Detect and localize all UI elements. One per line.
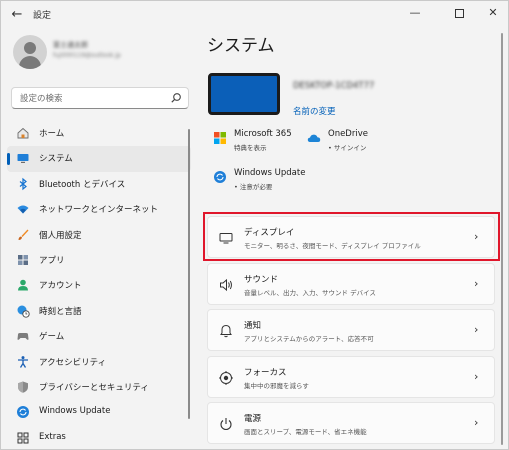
rename-link[interactable]: 名前の変更 bbox=[293, 105, 336, 117]
accessibility-icon bbox=[18, 355, 28, 368]
sidebar-item-label: アクセシビリティ bbox=[39, 357, 107, 368]
card-focus[interactable]: フォーカス 集中中の邪魔を減らす › bbox=[207, 356, 495, 398]
update-icon bbox=[17, 406, 29, 419]
microsoft365-icon bbox=[214, 132, 226, 144]
card-title: 電源 bbox=[244, 414, 262, 424]
sidebar-item-label: ホーム bbox=[39, 129, 65, 139]
title-bar: ← 設定 — ✕ bbox=[1, 1, 508, 29]
sidebar-item-label: 個人用設定 bbox=[39, 230, 82, 241]
sidebar-item-label: Bluetooth とデバイス bbox=[39, 179, 126, 190]
sidebar-item-bluetooth[interactable]: Bluetooth とデバイス bbox=[7, 172, 191, 197]
tile-subtitle: • サインイン bbox=[328, 144, 367, 152]
sidebar-item-label: Windows Update bbox=[39, 406, 111, 417]
sidebar-item-gaming[interactable]: ゲーム bbox=[7, 324, 191, 349]
page-title: システム bbox=[207, 36, 275, 56]
sidebar-item-windows-update[interactable]: Windows Update bbox=[7, 400, 191, 425]
power-icon bbox=[220, 418, 232, 431]
microsoft365-tile[interactable]: Microsoft 365 特典を表示 bbox=[213, 129, 303, 153]
windows-update-icon bbox=[214, 171, 226, 183]
sidebar-item-personalization[interactable]: 個人用設定 bbox=[7, 223, 191, 248]
bell-icon bbox=[220, 324, 232, 338]
sidebar-item-label: プライバシーとセキュリティ bbox=[39, 382, 149, 393]
sidebar-item-label: Extras bbox=[39, 431, 66, 442]
close-button[interactable]: ✕ bbox=[480, 3, 506, 23]
card-description: 集中中の邪魔を減らす bbox=[244, 382, 309, 390]
globe-clock-icon bbox=[17, 305, 30, 318]
minimize-button[interactable]: — bbox=[402, 3, 428, 23]
active-indicator bbox=[7, 153, 10, 166]
card-description: 音量レベル、出力、入力、サウンド デバイス bbox=[244, 289, 376, 297]
sidebar-scrollbar[interactable] bbox=[188, 129, 190, 419]
tile-title: Windows Update bbox=[234, 168, 306, 178]
user-email: fuji000119@outlook.jp bbox=[53, 52, 121, 59]
card-sound[interactable]: サウンド 音量レベル、出力、入力、サウンド デバイス › bbox=[207, 263, 495, 305]
back-arrow-icon[interactable]: ← bbox=[7, 5, 27, 25]
sidebar-item-accessibility[interactable]: アクセシビリティ bbox=[7, 350, 191, 375]
device-name: DESKTOP-1CD4T77 bbox=[293, 81, 375, 91]
brush-icon bbox=[18, 229, 29, 240]
windows-update-tile[interactable]: Windows Update • 注意が必要 bbox=[213, 168, 313, 192]
sidebar-item-home[interactable]: ホーム bbox=[7, 121, 191, 146]
sidebar-item-network[interactable]: ネットワークとインターネット bbox=[7, 197, 191, 222]
extras-icon bbox=[17, 432, 29, 444]
device-monitor-image bbox=[208, 73, 280, 115]
sidebar-item-label: アプリ bbox=[39, 255, 65, 266]
apps-icon bbox=[18, 254, 28, 265]
card-title: サウンド bbox=[244, 275, 279, 285]
shield-icon bbox=[18, 381, 28, 393]
account-icon bbox=[18, 280, 28, 291]
chevron-right-icon: › bbox=[474, 370, 479, 383]
sidebar-item-apps[interactable]: アプリ bbox=[7, 248, 191, 273]
sidebar-item-label: システム bbox=[39, 154, 73, 165]
card-description: 画面とスリープ、電源モード、省エネ機能 bbox=[244, 428, 367, 436]
avatar[interactable] bbox=[13, 35, 47, 69]
focus-icon bbox=[219, 371, 233, 385]
maximize-button[interactable] bbox=[446, 3, 472, 23]
chevron-right-icon: › bbox=[474, 323, 479, 336]
tile-title: OneDrive bbox=[328, 129, 368, 139]
card-title: フォーカス bbox=[244, 368, 287, 378]
onedrive-tile[interactable]: OneDrive • サインイン bbox=[307, 129, 387, 153]
onedrive-icon bbox=[307, 134, 321, 142]
gamepad-icon bbox=[17, 333, 29, 341]
tile-title: Microsoft 365 bbox=[234, 129, 292, 139]
tile-subtitle: 特典を表示 bbox=[234, 144, 267, 152]
window-title: 設定 bbox=[33, 11, 52, 21]
sidebar-item-privacy-security[interactable]: プライバシーとセキュリティ bbox=[7, 375, 191, 400]
sidebar-item-label: アカウント bbox=[39, 281, 82, 292]
chevron-right-icon: › bbox=[474, 277, 479, 290]
speaker-icon bbox=[220, 278, 232, 292]
sidebar-item-label: 時刻と言語 bbox=[39, 306, 82, 317]
home-icon bbox=[17, 127, 29, 139]
tile-subtitle: • 注意が必要 bbox=[234, 183, 273, 191]
wifi-icon bbox=[17, 205, 29, 214]
sidebar-item-extras[interactable]: Extras bbox=[7, 426, 191, 449]
main-scrollbar[interactable] bbox=[501, 33, 503, 445]
monitor-icon bbox=[17, 154, 29, 164]
sidebar-item-system[interactable]: システム bbox=[7, 146, 191, 172]
bluetooth-icon bbox=[19, 177, 27, 191]
display-highlight-box bbox=[203, 212, 500, 261]
card-title: 通知 bbox=[244, 321, 262, 331]
search-icon bbox=[171, 93, 181, 103]
settings-window: ← 設定 — ✕ 富士通太郎 fuji000119@outlook.jp 設定の… bbox=[0, 0, 509, 450]
chevron-right-icon: › bbox=[474, 416, 479, 429]
sidebar: ホーム システム Bluetooth とデバイス ネットワークとインターネット bbox=[7, 121, 191, 449]
search-input[interactable]: 設定の検索 bbox=[11, 87, 189, 109]
sidebar-item-accounts[interactable]: アカウント bbox=[7, 273, 191, 298]
sidebar-item-time-language[interactable]: 時刻と言語 bbox=[7, 299, 191, 324]
search-placeholder: 設定の検索 bbox=[20, 94, 63, 104]
user-name: 富士通太郎 bbox=[53, 41, 88, 49]
sidebar-item-label: ネットワークとインターネット bbox=[39, 205, 159, 216]
card-power[interactable]: 電源 画面とスリープ、電源モード、省エネ機能 › bbox=[207, 402, 495, 444]
sidebar-item-label: ゲーム bbox=[39, 332, 65, 343]
card-notifications[interactable]: 通知 アプリとシステムからのアラート、応答不可 › bbox=[207, 309, 495, 351]
card-description: アプリとシステムからのアラート、応答不可 bbox=[244, 335, 374, 343]
